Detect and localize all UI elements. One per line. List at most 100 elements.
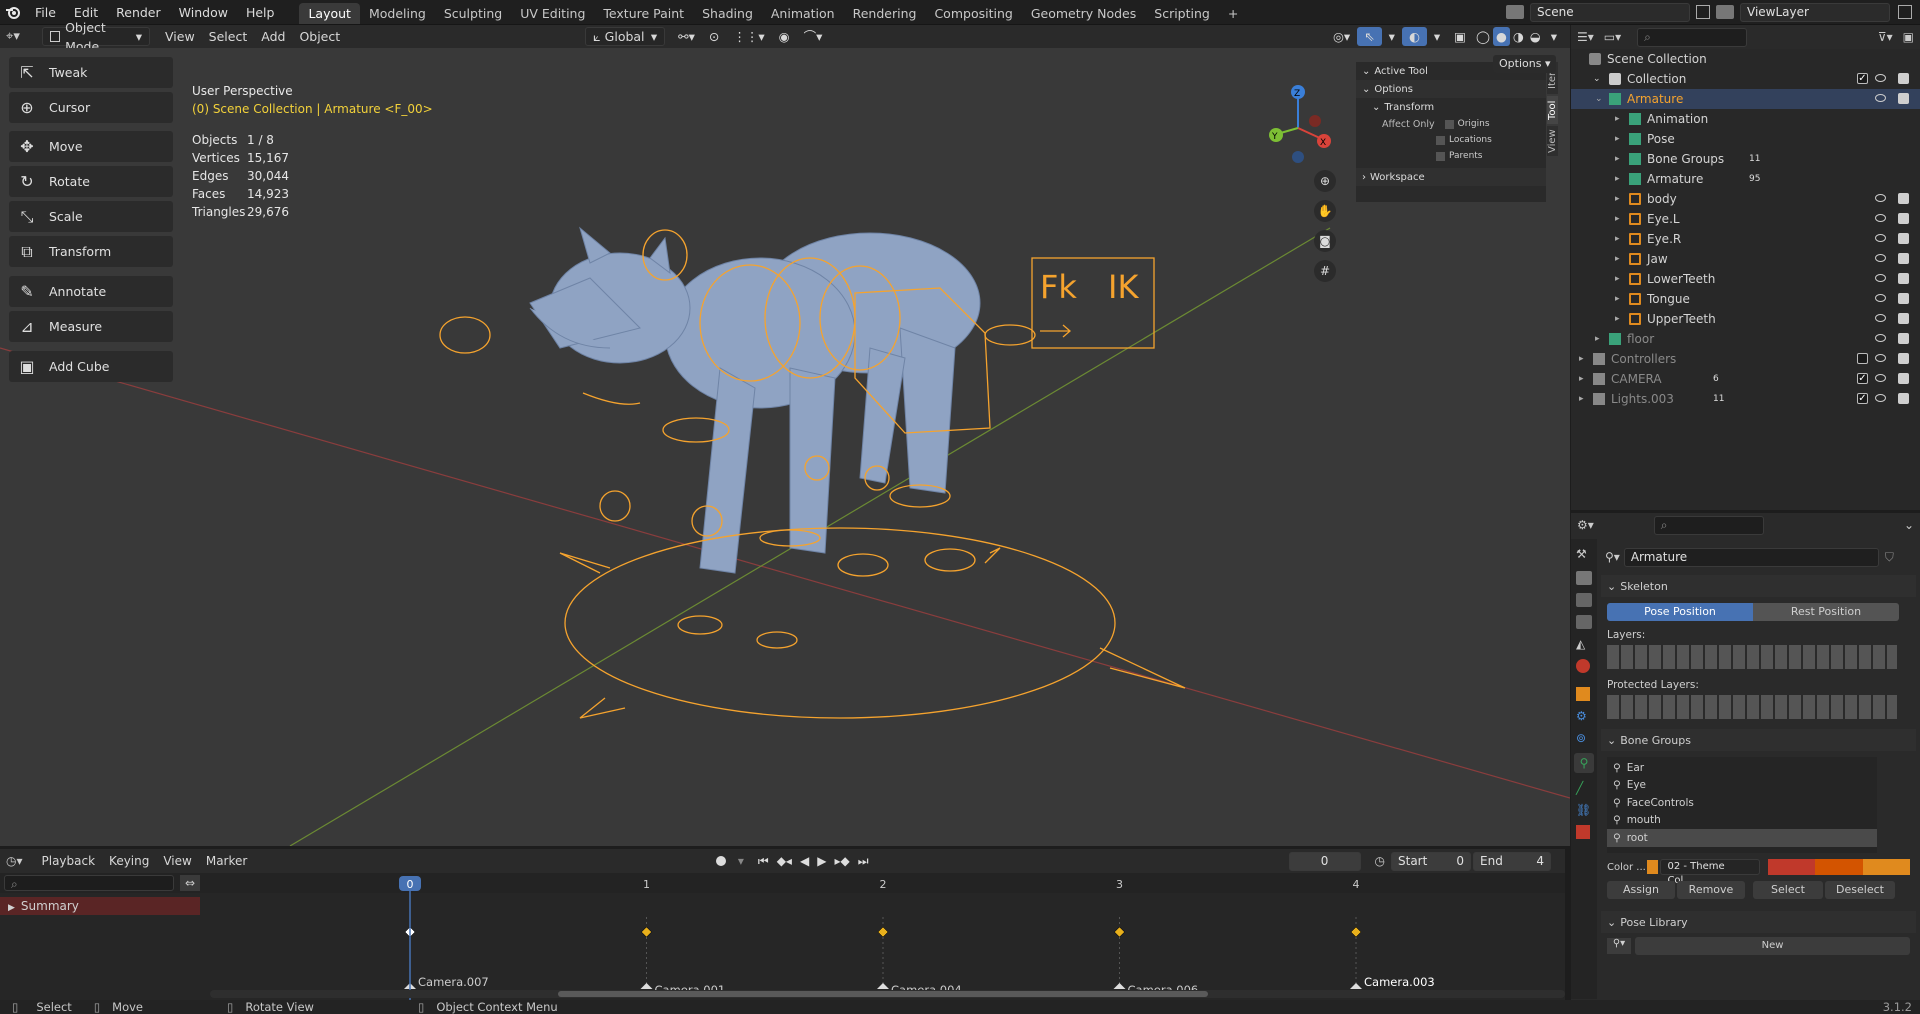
tool-transform[interactable]: ⧉ Transform [9, 236, 173, 267]
collection-row[interactable]: ⌄ Collection ✓ [1571, 69, 1920, 89]
outliner-item-armature[interactable]: ▸ Armature 95 [1571, 169, 1920, 189]
exclude-checkbox[interactable]: ✓ [1857, 373, 1868, 384]
render-camera-icon[interactable] [1898, 93, 1909, 104]
workspace-tab-uv-editing[interactable]: UV Editing [511, 3, 594, 24]
play-icon[interactable]: ▶ [817, 854, 826, 868]
tab-tool[interactable]: Tool [1547, 96, 1558, 124]
assign-button[interactable]: Assign [1607, 881, 1675, 899]
exclude-checkbox[interactable] [1857, 353, 1868, 364]
eye-icon[interactable] [1875, 194, 1886, 202]
solid-shading-icon[interactable]: ● [1492, 27, 1510, 46]
viewport-menu-select[interactable]: Select [202, 27, 255, 46]
keyframe-diamond[interactable] [1114, 926, 1125, 938]
outliner-item-eye-r[interactable]: ▸ Eye.R [1571, 229, 1920, 249]
record-icon[interactable] [715, 856, 726, 866]
marker-icon[interactable] [877, 983, 889, 989]
outliner-item-lights-003[interactable]: ▸ Lights.003 11 ✓ [1571, 389, 1920, 409]
eye-icon[interactable] [1875, 294, 1886, 302]
workspace-tab-rendering[interactable]: Rendering [844, 3, 926, 24]
falloff-icon[interactable]: ⌒▾ [797, 27, 830, 46]
timeline-editor-type-icon[interactable]: ◷▾ [6, 854, 23, 868]
next-keyframe-icon[interactable]: ▸◆ [834, 854, 849, 868]
menu-help[interactable]: Help [237, 0, 284, 25]
tool-tweak[interactable]: ⇱ Tweak [9, 57, 173, 88]
3d-viewport[interactable]: Fk IK Z X Y ⊕ ✋ ◙ # User Perspective (0)… [0, 48, 1570, 846]
play-reverse-icon[interactable]: ◀ [800, 854, 809, 868]
transform-header[interactable]: Transform [1384, 102, 1434, 113]
pose-library-panel-header[interactable]: Pose Library [1620, 916, 1687, 929]
keyframe-diamond[interactable] [877, 926, 889, 938]
eye-icon[interactable] [1875, 334, 1886, 342]
new-scene-icon[interactable] [1696, 5, 1710, 19]
locations-checkbox[interactable] [1436, 135, 1445, 145]
eye-icon[interactable] [1875, 374, 1886, 382]
workspace-tab-texture-paint[interactable]: Texture Paint [594, 3, 693, 24]
eye-icon[interactable] [1875, 214, 1886, 222]
scene-collection-row[interactable]: Scene Collection [1571, 49, 1920, 69]
render-tab-icon[interactable] [1576, 571, 1592, 585]
keyframe-diamond[interactable] [1350, 926, 1362, 938]
texture-tab-icon[interactable] [1576, 825, 1590, 839]
render-camera-icon[interactable] [1898, 73, 1909, 84]
tool-add-cube[interactable]: ▣ Add Cube [9, 351, 173, 382]
snap-target-icon[interactable]: ⋮⋮▾ [726, 27, 771, 46]
properties-editor[interactable]: ⚙▾ ⌕ ⌄ ⚒ ◭ ⚙ ⊚ ⚲ ╱ ⛓ ⚲▾ Armature ⛉ ⌄ Skel… [1571, 513, 1920, 1000]
keyframe-diamond[interactable] [641, 926, 652, 938]
timeline-track[interactable]: 0Camera.0071Camera.0012Camera.0043Camera… [0, 873, 1565, 1000]
snap-icon[interactable]: ⊙ [702, 27, 726, 46]
scene-selector[interactable]: Scene [1530, 2, 1690, 22]
marker-icon[interactable] [1350, 983, 1362, 989]
workspace-tab-compositing[interactable]: Compositing [925, 3, 1021, 24]
constraint-tab-icon[interactable]: ⊚ [1576, 731, 1590, 745]
outliner-item-jaw[interactable]: ▸ Jaw [1571, 249, 1920, 269]
stopwatch-icon[interactable]: ◷ [1375, 854, 1385, 868]
prev-keyframe-icon[interactable]: ◆◂ [777, 854, 792, 868]
scene-tab-icon[interactable]: ◭ [1576, 637, 1592, 651]
timeline-menu-view[interactable]: View [156, 852, 198, 871]
eye-icon[interactable] [1875, 354, 1886, 362]
scene-icon[interactable] [1506, 5, 1524, 19]
skeleton-panel-header[interactable]: Skeleton [1620, 580, 1668, 593]
animal-model[interactable] [529, 226, 981, 574]
timeline-editor[interactable]: ◷▾ Playback Keying View Marker ▾ ⏮ ◆◂ ◀ ▶ ▸… [0, 849, 1565, 1000]
theme-color-1[interactable] [1767, 859, 1816, 875]
outliner-item-camera[interactable]: ▸ CAMERA 6 ✓ [1571, 369, 1920, 389]
navigation-gizmo[interactable]: Z X Y [1269, 85, 1331, 163]
collection-exclude-checkbox[interactable]: ✓ [1857, 73, 1868, 84]
bone-group-item[interactable]: ⚲ FaceControls [1607, 794, 1877, 812]
viewport-menu-object[interactable]: Object [292, 27, 347, 46]
outliner-editor-type-icon[interactable]: ☰▾ [1577, 30, 1594, 44]
add-workspace-button[interactable]: + [1219, 3, 1247, 24]
color-set-dropdown[interactable]: 02 - Theme Col... [1660, 859, 1760, 886]
active-tool-header[interactable]: Active Tool [1374, 66, 1428, 77]
outliner-item-animation[interactable]: ▸ Animation [1571, 109, 1920, 129]
timeline-menu-keying[interactable]: Keying [102, 852, 156, 871]
display-mode-icon[interactable]: ▭▾ [1604, 30, 1621, 44]
menu-file[interactable]: File [26, 0, 65, 25]
outliner-item-body[interactable]: ▸ body [1571, 189, 1920, 209]
menu-window[interactable]: Window [170, 0, 237, 25]
armature-name-field[interactable]: Armature [1623, 547, 1879, 567]
tool-move[interactable]: ✥ Move [9, 131, 173, 162]
render-camera-icon[interactable] [1898, 233, 1909, 244]
outliner-item-pose[interactable]: ▸ Pose [1571, 129, 1920, 149]
outliner-item-controllers[interactable]: ▸ Controllers [1571, 349, 1920, 369]
remove-button[interactable]: Remove [1677, 881, 1745, 899]
select-button[interactable]: Select [1753, 881, 1823, 899]
tool-scale[interactable]: ⤡ Scale [9, 201, 173, 232]
render-camera-icon[interactable] [1898, 253, 1909, 264]
bone-tab-icon[interactable]: ╱ [1576, 781, 1590, 795]
tool-rotate[interactable]: ↻ Rotate [9, 166, 173, 197]
workspace-tab-shading[interactable]: Shading [693, 3, 762, 24]
end-frame-field[interactable]: End 4 [1473, 851, 1551, 871]
options-header[interactable]: Options [1374, 84, 1413, 95]
outliner-search-input[interactable]: ⌕ [1637, 27, 1748, 47]
eye-icon[interactable] [1875, 94, 1886, 102]
gizmo-toggle-icon[interactable]: ⇖ [1357, 27, 1382, 46]
pose-library-icon[interactable]: ⚲▾ [1607, 938, 1631, 954]
fake-user-icon[interactable]: ⛉ [1885, 550, 1894, 565]
tool-cursor[interactable]: ⊕ Cursor [9, 92, 173, 123]
tool-tab-icon[interactable]: ⚒ [1576, 547, 1592, 563]
bone-groups-panel-header[interactable]: Bone Groups [1620, 734, 1691, 747]
render-camera-icon[interactable] [1898, 213, 1909, 224]
